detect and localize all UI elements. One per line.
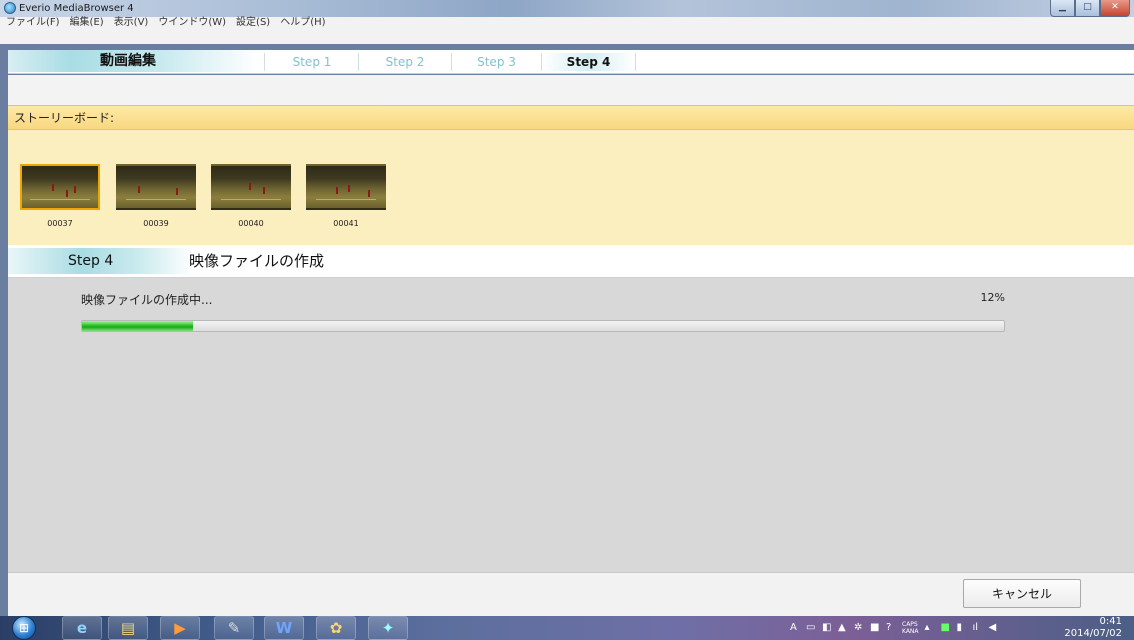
- clip-label: 00041: [333, 219, 359, 228]
- window-title: Everio MediaBrowser 4: [19, 3, 134, 14]
- menu-help[interactable]: ヘルプ(H): [280, 17, 325, 29]
- chevron-up-icon[interactable]: ▴: [925, 623, 935, 633]
- main-content: ストーリーボード: 00037 00039 00040 00041 Step 4…: [8, 75, 1134, 616]
- clip-thumbnail[interactable]: [20, 164, 100, 210]
- shirt-icon[interactable]: ▲: [838, 623, 848, 633]
- progress-bar: [81, 320, 1005, 332]
- menu-settings[interactable]: 設定(S): [236, 17, 270, 29]
- caps-kana-indicator: CAPS KANA: [902, 621, 919, 635]
- kana-label: KANA: [902, 628, 919, 635]
- paint-icon[interactable]: ✿: [316, 616, 356, 640]
- tab-step-1[interactable]: Step 1: [264, 53, 359, 71]
- caps-label: CAPS: [902, 621, 918, 628]
- gear-icon[interactable]: ✲: [854, 623, 864, 633]
- menu-view[interactable]: 表示(V): [114, 17, 149, 29]
- mediabrowser-icon[interactable]: ✦: [368, 616, 408, 640]
- folder-icon[interactable]: ▤: [108, 616, 148, 640]
- menu-edit[interactable]: 編集(E): [70, 17, 104, 29]
- system-tray: A ▭ ◧ ▲ ✲ ■ ? CAPS KANA ▴ ■ ▮ ıl ◀: [790, 616, 999, 640]
- clip-label: 00037: [47, 219, 73, 228]
- clip-thumbnail[interactable]: [116, 164, 196, 210]
- clock[interactable]: 0:41 2014/07/02: [1060, 616, 1134, 640]
- help-icon[interactable]: ?: [886, 623, 896, 633]
- toolbar-strip: [8, 75, 1134, 105]
- maximize-button[interactable]: □: [1075, 0, 1100, 17]
- app-icon: [4, 2, 16, 14]
- signal-icon[interactable]: ıl: [973, 623, 983, 633]
- title-bar: Everio MediaBrowser 4 ▁ □ ✕: [0, 0, 1134, 17]
- tab-step-3[interactable]: Step 3: [451, 53, 541, 71]
- progress-label: 映像ファイルの作成中...: [81, 293, 213, 307]
- progress-percent: 12%: [980, 291, 1005, 304]
- step-bar: 動画編集 Step 1 Step 2 Step 3 Step 4: [8, 50, 1134, 74]
- media-player-icon[interactable]: ▶: [160, 616, 200, 640]
- footer-bar: キャンセル: [8, 572, 1134, 616]
- clip-thumbnail[interactable]: [211, 164, 291, 210]
- taskbar: ⊞ e ▤ ▶ ✎ W ✿ ✦ A ▭ ◧ ▲ ✲ ■ ? CAPS KANA …: [0, 616, 1134, 640]
- close-button[interactable]: ✕: [1100, 0, 1130, 17]
- tool-icon[interactable]: ✎: [214, 616, 254, 640]
- ie-icon[interactable]: e: [62, 616, 102, 640]
- tab-step-4[interactable]: Step 4: [541, 53, 636, 71]
- step4-title: 映像ファイルの作成: [189, 252, 325, 270]
- menu-bar: ファイル(F) 編集(E) 表示(V) ウインドウ(W) 設定(S) ヘルプ(H…: [0, 17, 1134, 44]
- clip-label: 00040: [238, 219, 264, 228]
- app-tray-icon[interactable]: ■: [941, 623, 951, 633]
- storyboard-area: 00037 00039 00040 00041: [8, 130, 1134, 245]
- clock-date: 2014/07/02: [1064, 628, 1122, 639]
- monitor-icon[interactable]: ▭: [806, 623, 816, 633]
- clock-time: 0:41: [1099, 616, 1122, 627]
- progress-fill: [82, 321, 193, 331]
- volume-icon[interactable]: ◀: [989, 623, 999, 633]
- menu-file[interactable]: ファイル(F): [6, 17, 60, 29]
- minimize-button[interactable]: ▁: [1050, 0, 1075, 17]
- cancel-button[interactable]: キャンセル: [963, 579, 1081, 608]
- ime-icon[interactable]: A: [790, 623, 800, 633]
- start-button[interactable]: ⊞: [12, 616, 36, 640]
- tab-step-2[interactable]: Step 2: [358, 53, 451, 71]
- word-icon[interactable]: W: [264, 616, 304, 640]
- step4-header: Step 4 映像ファイルの作成: [8, 245, 1134, 278]
- clip-label: 00039: [143, 219, 169, 228]
- network-icon[interactable]: ◧: [822, 623, 832, 633]
- step-main-title: 動画編集: [8, 50, 258, 72]
- power-icon[interactable]: ▮: [957, 623, 967, 633]
- storyboard-header: ストーリーボード:: [8, 105, 1134, 130]
- book-icon[interactable]: ■: [870, 623, 880, 633]
- step4-label: Step 4: [8, 248, 193, 274]
- clip-thumbnail[interactable]: [306, 164, 386, 210]
- menu-window[interactable]: ウインドウ(W): [158, 17, 226, 29]
